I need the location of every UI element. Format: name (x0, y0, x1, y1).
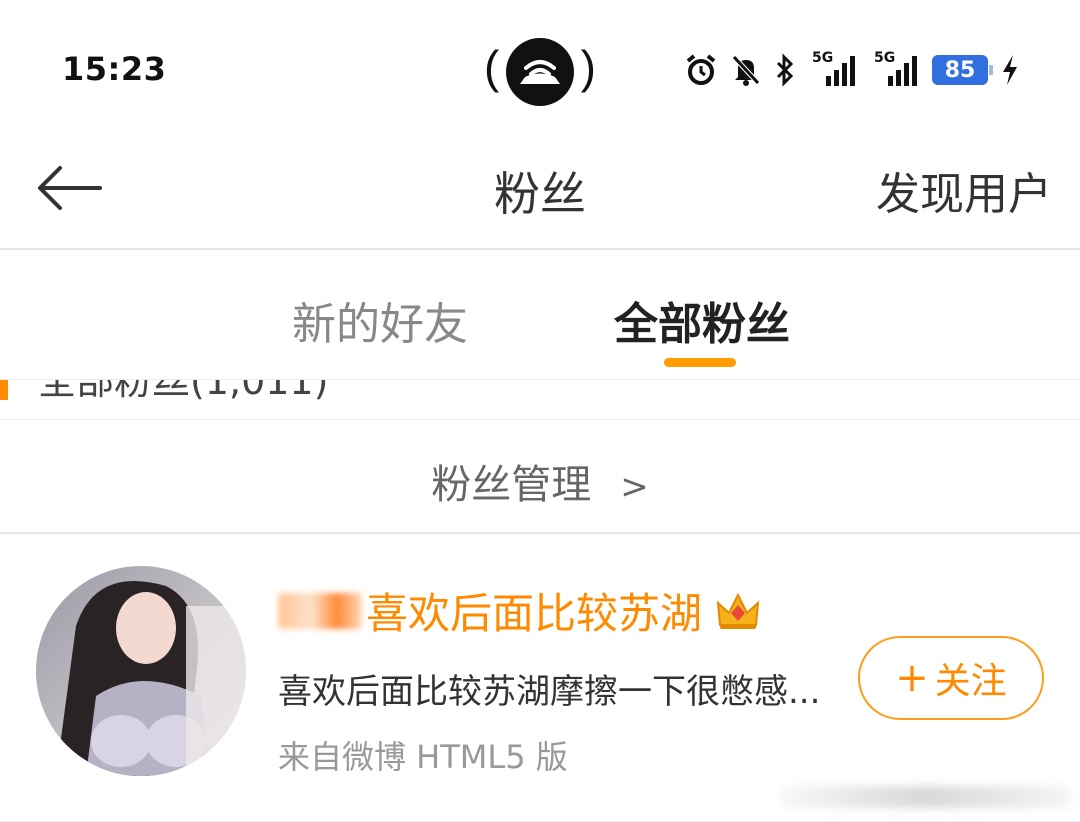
charging-icon (1003, 55, 1017, 85)
blurred-name-prefix (278, 592, 362, 629)
mute-bell-icon (732, 55, 760, 86)
pill-right-paren: ) (580, 41, 596, 93)
active-tab-indicator (664, 358, 736, 367)
tab-all-fans[interactable]: 全部粉丝 (614, 288, 790, 352)
list-item[interactable]: 喜欢后面比较苏湖 喜欢后面比较苏湖摩擦一下很憋感... 来自微博 HTML5 版… (0, 536, 1080, 822)
plus-icon: + (895, 655, 929, 701)
crown-badge-icon (716, 592, 760, 629)
hotspot-icon (506, 38, 574, 106)
pill-left-paren: ( (484, 41, 500, 93)
avatar[interactable] (36, 566, 246, 776)
user-name-text: 喜欢后面比较苏湖 (366, 589, 703, 638)
user-name[interactable]: 喜欢后面比较苏湖 (278, 580, 760, 641)
tab-bar: 新的好友 全部粉丝 (0, 252, 1080, 380)
follow-label: 关注 (934, 661, 1007, 702)
user-source: 来自微博 HTML5 版 (278, 738, 568, 776)
bluetooth-icon (776, 53, 794, 87)
camera-pill: ( ) (484, 38, 596, 106)
signal-1-icon: 5G (808, 50, 858, 88)
fans-count-text: 全部粉丝(1,011) (38, 380, 329, 403)
discover-users-button[interactable]: 发现用户 (876, 158, 1052, 222)
follow-button[interactable]: + 关注 (858, 636, 1044, 720)
nav-bar: 粉丝 发现用户 (0, 130, 1080, 250)
fans-management-label: 粉丝管理 (431, 462, 592, 508)
scroll-shadow (780, 786, 1070, 808)
signal-2-icon: 5G (870, 50, 920, 88)
status-time: 15:23 (62, 50, 167, 88)
status-icons: 5G 5G 85 (684, 48, 1020, 92)
fans-count-row: 全部粉丝(1,011) (0, 380, 1080, 420)
section-marker (0, 380, 8, 400)
status-bar: 15:23 ( ) 5G 5G 85 (0, 0, 1080, 130)
alarm-icon (686, 54, 716, 85)
tab-new-friends[interactable]: 新的好友 (292, 288, 468, 352)
user-bio: 喜欢后面比较苏湖摩擦一下很憋感... (278, 672, 821, 712)
fans-management-row[interactable]: 粉丝管理 > (0, 420, 1080, 534)
chevron-right-icon: > (620, 467, 649, 507)
battery-indicator: 85 (932, 55, 993, 85)
